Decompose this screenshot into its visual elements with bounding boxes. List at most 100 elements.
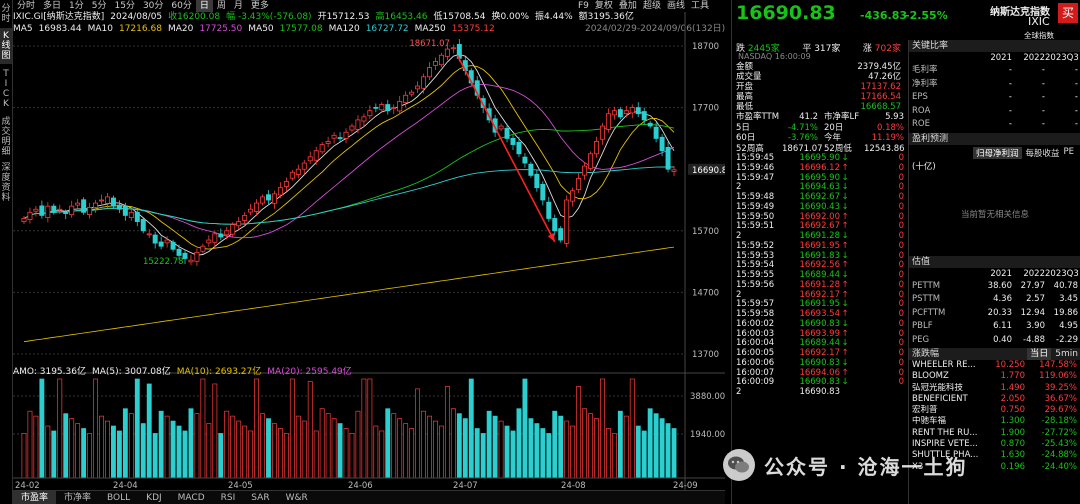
price-tick: 18700 [692,42,719,52]
row-value: - [1041,105,1045,116]
stat-label: 成交量 [736,72,762,82]
candle-body [444,48,450,57]
period-tab[interactable]: 多日 [39,0,65,12]
profit-tab[interactable]: 归母净利润 [973,146,1022,159]
volume-bar [63,413,69,479]
tick-list[interactable]: 15:59:45 16695.90 ↓ 0 15:59:46 16696.12 ↑ 0 15:5… [736,153,906,398]
mover-price: 10.250 [995,360,1025,370]
indicator-tab[interactable]: W&R [278,491,316,504]
indicator-tab[interactable]: 市盈率 [13,491,57,504]
mover-row[interactable]: BLOOMZ 1.770 119.06% [909,371,1080,382]
indicator-tab[interactable]: 市净率 [56,491,99,504]
volume-tick: 1940.00亿 [690,429,725,440]
mover-change: -24.40% [1041,461,1077,472]
period-tab[interactable]: 30分 [139,0,167,12]
toolbar-button[interactable]: 画线 [667,0,685,12]
mover-row[interactable]: BENEFICIENT 2.050 36.67% [909,394,1080,405]
candle-body [653,126,659,139]
tick-volume: 0 [898,162,904,173]
mover-change: 29.67% [1044,405,1077,416]
quote-stats: 金额 2379.45亿 成交量 47.26亿 开盘 17137.62 最高 17166.54 最… [736,62,901,112]
table-header-spacer [909,52,979,64]
quote-ratios: 市盈率TTM 41.2 市净率LF 5.93 5日 -4.71% 20日 0.18% 60日 -3… [736,112,906,154]
mover-name: BLOOMZ [912,371,949,382]
candle-body [93,202,99,208]
candle-body [510,138,516,145]
period-tab[interactable]: 月 [230,0,247,12]
candle-body [57,208,63,211]
toolbar-button[interactable]: F9 [578,0,589,12]
tick-volume: 0 [898,240,904,251]
mover-row[interactable]: 弘冠光能科技 1.490 39.25% [909,383,1080,394]
kline-chart[interactable]: 18700 17700 16690.8 15700 14700 13700 18671.07… [13,12,725,490]
candle-body [313,150,319,161]
period-tab[interactable]: 60分 [167,0,195,12]
row-value: - [1008,105,1012,116]
instrument-code: IXIC [1028,15,1050,28]
indicator-tab[interactable]: KDJ [138,491,170,504]
period-tab[interactable]: 1分 [65,0,88,12]
volume-bar [349,433,355,479]
kline-chart-area[interactable]: IXIC.GI[纳斯达克指数] 2024/08/05 收16200.08 幅 -3.4… [13,12,725,490]
mover-row[interactable]: RENT THE RU... 1.900 -27.72% [909,428,1080,439]
period-tab[interactable]: 5分 [88,0,111,12]
profit-tab[interactable]: PE [1064,147,1075,159]
profit-forecast-tabs: 归母净利润 每股收益 PE [909,145,1080,160]
buy-button[interactable]: 买 [1058,3,1078,23]
toolbar-button[interactable]: 叠加 [619,0,637,12]
mover-tab[interactable]: 5min [1055,348,1078,360]
key-ratio-title: 关键比率 [909,40,1080,52]
row-value: 27.97 [1020,280,1045,291]
toolbar-button[interactable]: 复权 [595,0,613,12]
candle-body [421,76,427,89]
period-tab[interactable]: 日 [195,0,213,12]
toolbar-button[interactable]: 工具 [691,0,709,12]
view-tab-0[interactable]: 分时 [0,0,12,28]
period-tab[interactable]: 分时 [13,0,39,12]
candle-body [266,194,271,201]
tick-volume: 0 [898,377,904,388]
volume-bar [486,410,492,479]
volume-bar [504,425,510,479]
period-tab[interactable]: 15分 [111,0,139,12]
stat-value: 47.26亿 [868,72,901,82]
indicator-tab[interactable]: SAR [243,491,277,504]
row-value: - [1041,119,1045,129]
row-value: 4.36 [993,294,1012,304]
period-tab[interactable]: 更多 [247,0,273,12]
mover-change: -27.72% [1041,427,1077,438]
info-value: MA(10): 2693.27亿 [176,367,262,377]
view-tab-3[interactable]: 成交明细 [0,114,12,160]
mover-row[interactable]: 宏利普 0.750 29.67% [909,405,1080,416]
volume-bar [450,408,456,479]
mover-tab[interactable]: 当日 [1027,348,1052,360]
movers-tabs: 当日 5min [1027,348,1080,360]
volume-bar [81,428,87,479]
volume-bar [397,418,403,479]
profit-tab[interactable]: 每股收益 [1026,147,1060,159]
stat-row: 金额 2379.45亿 [736,62,901,72]
view-tab-2[interactable]: TICK [0,64,12,114]
indicator-tab[interactable]: BOLL [99,491,138,504]
view-tab-char: 图 [1,51,11,61]
toolbar-button[interactable]: 超级 [643,0,661,12]
view-tab-4[interactable]: 深度资料 [0,160,12,206]
candle-body [75,202,81,206]
indicator-tab[interactable]: RSI [213,491,244,504]
period-tab[interactable]: 周 [213,0,230,12]
volume-info-line: AMO: 3195.36亿 MA(5): 3007.08亿 MA(10): 2693… [13,367,358,378]
candle-body [361,116,367,122]
row-label: EPS [912,92,928,102]
indicator-tab[interactable]: MACD [170,491,213,504]
mover-row[interactable]: 中驰车福 1.300 -28.18% [909,416,1080,427]
candle-body [504,127,510,139]
table-header-spacer [909,268,979,280]
candle-body [438,54,444,66]
mover-name: BENEFICIENT [912,393,968,404]
view-tab-1[interactable]: K线图 [0,28,12,64]
candle-body [355,119,361,130]
mover-row[interactable]: WHEELER RE... 10.250 147.58% [909,360,1080,371]
valuation-table: 2021 2022 2023Q3 PETTM 38.60 27.97 40.78 PSTTM 4… [909,268,1080,348]
view-tab-char: 深 [1,163,11,173]
row-value: - [1074,65,1078,75]
